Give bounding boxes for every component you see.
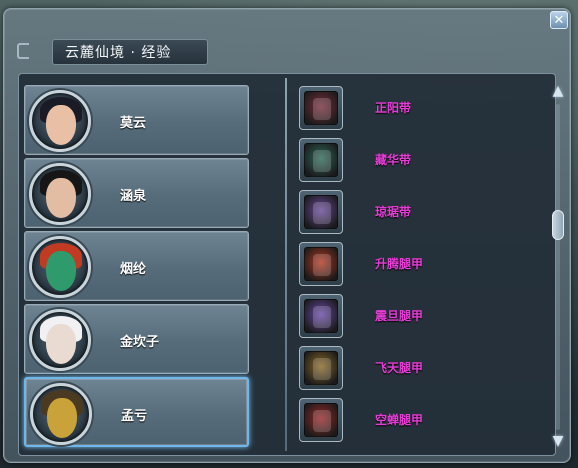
portrait-face xyxy=(46,324,76,364)
scroll-down-button[interactable]: ▼ xyxy=(549,432,567,450)
item-name[interactable]: 空蝉腿甲 xyxy=(375,411,423,428)
item-row[interactable]: 空蝉腿甲 xyxy=(299,398,509,450)
experience-window: ✕ 云麓仙境 · 经验 莫云涵泉烟纶金坎子孟亏 正阳带藏华带琼琚带升腾腿甲震旦腿… xyxy=(3,8,571,463)
item-icon-art xyxy=(304,403,338,437)
close-icon: ✕ xyxy=(553,12,565,28)
item-row[interactable]: 震旦腿甲 xyxy=(299,294,509,346)
item-row[interactable]: 藏华带 xyxy=(299,138,509,190)
scroll-up-button[interactable]: ▲ xyxy=(549,82,567,100)
character-name: 莫云 xyxy=(120,116,147,131)
character-portrait-icon xyxy=(29,163,91,225)
item-name[interactable]: 正阳带 xyxy=(375,99,411,116)
arrow-up-icon: ▲ xyxy=(552,83,564,99)
item-icon-art xyxy=(304,247,338,281)
character-item[interactable]: 金坎子 xyxy=(24,304,249,374)
portrait-face xyxy=(46,251,76,291)
greaves-icon[interactable] xyxy=(299,294,343,338)
character-name: 金坎子 xyxy=(120,335,160,350)
character-name: 孟亏 xyxy=(121,409,148,424)
window-title: 云麓仙境 · 经验 xyxy=(52,39,208,65)
character-list: 莫云涵泉烟纶金坎子孟亏 xyxy=(24,85,254,450)
portrait-face xyxy=(46,105,76,145)
content-panel: 莫云涵泉烟纶金坎子孟亏 正阳带藏华带琼琚带升腾腿甲震旦腿甲飞天腿甲空蝉腿甲 ▲ … xyxy=(18,73,564,456)
item-icon-art xyxy=(304,91,338,125)
arrow-down-icon: ▼ xyxy=(552,433,564,449)
character-item[interactable]: 涵泉 xyxy=(24,158,249,228)
greaves-icon[interactable] xyxy=(299,346,343,390)
item-scrollbar[interactable]: ▲ ▼ xyxy=(549,82,567,452)
character-portrait-icon xyxy=(29,90,91,152)
close-button[interactable]: ✕ xyxy=(550,11,568,29)
item-list: 正阳带藏华带琼琚带升腾腿甲震旦腿甲飞天腿甲空蝉腿甲 xyxy=(299,86,509,450)
item-row[interactable]: 升腾腿甲 xyxy=(299,242,509,294)
item-row[interactable]: 琼琚带 xyxy=(299,190,509,242)
item-icon-art xyxy=(304,195,338,229)
scroll-thumb[interactable] xyxy=(552,210,564,240)
character-item[interactable]: 烟纶 xyxy=(24,231,249,301)
character-portrait-icon xyxy=(30,383,92,445)
character-name: 烟纶 xyxy=(120,262,147,277)
item-icon-art xyxy=(304,143,338,177)
portrait-face xyxy=(47,398,77,438)
character-item[interactable]: 莫云 xyxy=(24,85,249,155)
belt-icon[interactable] xyxy=(299,190,343,234)
character-portrait-icon xyxy=(29,236,91,298)
greaves-icon[interactable] xyxy=(299,242,343,286)
belt-icon[interactable] xyxy=(299,138,343,182)
item-row[interactable]: 正阳带 xyxy=(299,86,509,138)
item-name[interactable]: 飞天腿甲 xyxy=(375,359,423,376)
character-name: 涵泉 xyxy=(120,189,147,204)
item-row[interactable]: 飞天腿甲 xyxy=(299,346,509,398)
character-item[interactable]: 孟亏 xyxy=(24,377,249,447)
item-name[interactable]: 藏华带 xyxy=(375,151,411,168)
character-portrait-icon xyxy=(29,309,91,371)
item-name[interactable]: 升腾腿甲 xyxy=(375,255,423,272)
item-name[interactable]: 琼琚带 xyxy=(375,203,411,220)
scroll-track[interactable] xyxy=(556,104,560,430)
greaves-icon[interactable] xyxy=(299,398,343,442)
panel-divider xyxy=(285,78,287,451)
item-name[interactable]: 震旦腿甲 xyxy=(375,307,423,324)
belt-icon[interactable] xyxy=(299,86,343,130)
title-ornament xyxy=(17,43,29,59)
item-icon-art xyxy=(304,299,338,333)
portrait-face xyxy=(46,178,76,218)
item-icon-art xyxy=(304,351,338,385)
